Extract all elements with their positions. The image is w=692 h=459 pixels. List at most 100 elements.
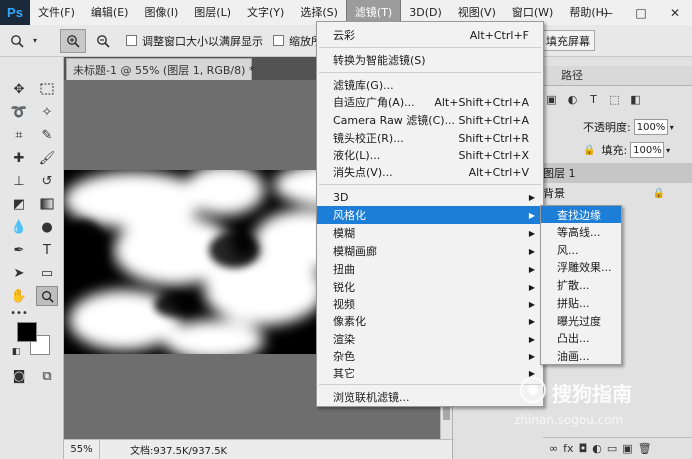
menu-item-stylize[interactable]: 风格化 ▶ (317, 206, 543, 224)
menu-item-other[interactable]: 其它 ▶ (317, 364, 543, 382)
menu-image[interactable]: 图像(I) (136, 0, 186, 25)
layer-row[interactable]: 图层 1 (543, 163, 692, 183)
submenu-item-oil-paint[interactable]: 油画... (541, 347, 621, 364)
menu-item-browse-online-filters[interactable]: 浏览联机滤镜... (317, 388, 543, 406)
rectangle-tool-icon[interactable]: ▭ (36, 263, 58, 283)
marquee-tool-icon[interactable] (36, 79, 58, 99)
menu-layer[interactable]: 图层(L) (186, 0, 239, 25)
zoom-level[interactable]: 55% (64, 439, 100, 459)
chevron-down-icon[interactable]: ▾ (666, 146, 670, 155)
layer-row[interactable]: 背景 🔒 (543, 183, 692, 203)
menu-item-blur-gallery[interactable]: 模糊画廊 ▶ (317, 242, 543, 260)
submenu-item-diffuse[interactable]: 扩散... (541, 276, 621, 293)
menu-item-video[interactable]: 视频 ▶ (317, 295, 543, 313)
filter-adjustment-icon[interactable]: ◐ (564, 93, 581, 106)
eyedropper-icon[interactable]: ✎ (36, 125, 58, 145)
zoom-out-icon[interactable] (90, 29, 116, 53)
move-tool-icon[interactable]: ✥ (8, 79, 30, 99)
maximize-button[interactable]: □ (624, 0, 658, 25)
submenu-item-extrude[interactable]: 凸出... (541, 329, 621, 346)
lock-all-icon[interactable]: 🔒 (583, 145, 595, 156)
watermark-title: 搜狗指南 (552, 382, 632, 406)
checkbox-box[interactable] (273, 35, 284, 46)
menu-item-liquify[interactable]: 液化(L)... Shift+Ctrl+X (317, 146, 543, 164)
menu-item-noise[interactable]: 杂色 ▶ (317, 347, 543, 365)
menu-item-shortcut: Shift+Ctrl+A (458, 113, 529, 127)
crop-tool-icon[interactable]: ⌗ (8, 125, 30, 145)
filter-smart-object-icon[interactable]: ◧ (627, 93, 644, 106)
fill-screen-button[interactable]: 填充屏幕 (541, 30, 595, 51)
menu-item-convert-smart-filter[interactable]: 转换为智能滤镜(S) (317, 51, 543, 69)
menu-item-adaptive-wide-angle[interactable]: 自适应广角(A)... Alt+Shift+Ctrl+A (317, 93, 543, 111)
menu-separator (319, 72, 541, 73)
new-layer-icon[interactable]: ▣ (622, 442, 632, 455)
submenu-item-solarize[interactable]: 曝光过度 (541, 312, 621, 329)
dodge-tool-icon[interactable]: ● (36, 217, 58, 237)
link-layers-icon[interactable]: ∞ (549, 442, 558, 455)
lock-icon: 🔒 (652, 187, 665, 199)
close-window-button[interactable]: ✕ (658, 0, 692, 25)
zoom-tool-preset-icon[interactable] (4, 29, 30, 53)
menu-item-camera-raw[interactable]: Camera Raw 滤镜(C)... Shift+Ctrl+A (317, 111, 543, 129)
menu-type[interactable]: 文字(Y) (239, 0, 292, 25)
resize-window-checkbox[interactable]: 调整窗口大小以满屏显示 (126, 33, 263, 49)
submenu-item-find-edges[interactable]: 查找边缘 (541, 206, 621, 223)
gradient-tool-icon[interactable] (36, 194, 58, 214)
tab-paths[interactable]: 路径 (561, 67, 583, 83)
eraser-tool-icon[interactable]: ◩ (8, 194, 30, 214)
foreground-color-swatch[interactable] (17, 322, 37, 342)
menu-item-render[interactable]: 渲染 ▶ (317, 330, 543, 348)
filter-type-icon[interactable]: T (585, 93, 602, 106)
menu-item-lens-correction[interactable]: 镜头校正(R)... Shift+Ctrl+R (317, 129, 543, 147)
opacity-input[interactable]: 100% (633, 119, 668, 135)
menu-item-filter-gallery[interactable]: 滤镜库(G)... (317, 76, 543, 94)
delete-layer-icon[interactable]: 🗑 (638, 442, 652, 455)
pen-tool-icon[interactable]: ✒ (8, 240, 30, 260)
menu-item-label: 自适应广角(A)... (333, 96, 415, 109)
menu-edit[interactable]: 编辑(E) (83, 0, 137, 25)
close-icon[interactable]: ✕ (262, 63, 271, 76)
clone-stamp-icon[interactable]: ⊥ (8, 171, 30, 191)
submenu-item-emboss[interactable]: 浮雕效果... (541, 258, 621, 275)
brush-tool-icon[interactable]: 🖌 (36, 148, 58, 168)
submenu-item-wind[interactable]: 风... (541, 241, 621, 258)
menu-item-shortcut: Alt+Shift+Ctrl+A (434, 95, 529, 109)
new-group-icon[interactable]: ▭ (607, 442, 617, 455)
healing-brush-icon[interactable]: ✚ (8, 148, 30, 168)
screen-mode-icon[interactable]: ⧉ (36, 366, 58, 386)
adjustment-layer-icon[interactable]: ◐ (592, 442, 602, 455)
checkbox-box[interactable] (126, 35, 137, 46)
photoshop-logo: Ps (0, 0, 30, 25)
default-colors-icon[interactable]: ◧ (9, 346, 23, 358)
lasso-tool-icon[interactable]: ➰ (8, 102, 30, 122)
menu-item-clouds[interactable]: 云彩 Alt+Ctrl+F (317, 26, 543, 44)
menu-item-sharpen[interactable]: 锐化 ▶ (317, 278, 543, 296)
minimize-button[interactable]: — (590, 0, 624, 25)
zoom-tool-icon[interactable] (36, 286, 58, 306)
type-tool-icon[interactable]: T (36, 240, 58, 260)
menu-file[interactable]: 文件(F) (30, 0, 83, 25)
submenu-item-tiles[interactable]: 拼贴... (541, 294, 621, 311)
menu-item-vanishing-point[interactable]: 消失点(V)... Alt+Ctrl+V (317, 163, 543, 181)
history-brush-icon[interactable]: ↺ (36, 171, 58, 191)
document-tab[interactable]: 未标题-1 @ 55% (图层 1, RGB/8) * ✕ (66, 58, 272, 80)
fill-input[interactable]: 100% (630, 142, 665, 158)
blur-tool-icon[interactable]: 💧 (8, 217, 30, 237)
layer-style-icon[interactable]: fx (563, 442, 573, 455)
menu-item-3d[interactable]: 3D ▶ (317, 188, 543, 206)
filter-pixel-icon[interactable]: ▣ (543, 93, 560, 106)
menu-item-blur[interactable]: 模糊 ▶ (317, 224, 543, 242)
toolbox: ✥ ➰ ✧ ⌗ ✎ ✚ 🖌 ⊥ ↺ ◩ 💧 ● ✒ T ➤ ▭ ✋ ••• ◧ … (0, 57, 64, 459)
filter-shape-icon[interactable]: ⬚ (606, 93, 623, 106)
menu-item-pixelate[interactable]: 像素化 ▶ (317, 312, 543, 330)
zoom-in-icon[interactable] (60, 28, 86, 53)
more-tools-icon[interactable]: ••• (8, 303, 30, 323)
submenu-item-contour[interactable]: 等高线... (541, 223, 621, 240)
menu-item-distort[interactable]: 扭曲 ▶ (317, 260, 543, 278)
add-mask-icon[interactable]: ◘ (579, 442, 588, 455)
chevron-right-icon: ▶ (528, 334, 535, 344)
quick-mask-icon[interactable]: ◙ (8, 366, 30, 386)
chevron-down-icon[interactable]: ▾ (670, 123, 674, 132)
magic-wand-icon[interactable]: ✧ (36, 102, 58, 122)
chevron-down-icon[interactable]: ▾ (30, 29, 40, 53)
